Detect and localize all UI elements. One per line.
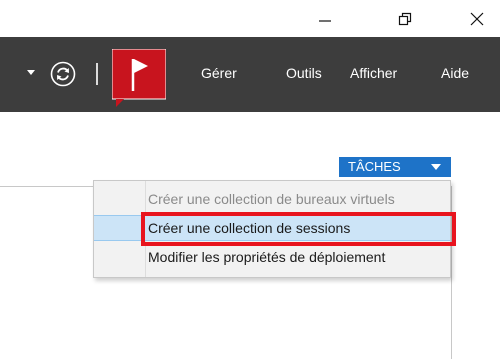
title-bar [0,0,500,37]
menu-item-create-session-collection[interactable]: Créer une collection de sessions [94,215,450,241]
close-icon [470,12,484,26]
menu-view[interactable]: Afficher [350,64,397,82]
minimize-button[interactable] [310,6,340,32]
minimize-icon [319,20,331,22]
menu-help[interactable]: Aide [441,64,469,82]
content-area: TÂCHES Créer une collection de bureaux v… [0,112,500,359]
menu-tools[interactable]: Outils [286,64,322,82]
tasks-label: TÂCHES [348,159,401,174]
panel-right-border [451,186,452,359]
dropdown-arrow-icon[interactable] [27,70,35,76]
menu-item-edit-deployment-properties[interactable]: Modifier les propriétés de déploiement [94,244,450,270]
toolbar-separator [96,63,98,85]
restore-button[interactable] [390,6,420,32]
menu-item-create-virtual-desktop-collection[interactable]: Créer une collection de bureaux virtuels [94,186,450,212]
chevron-down-icon [431,164,441,170]
refresh-icon[interactable] [50,61,76,87]
server-manager-toolbar: Gérer Outils Afficher Aide [0,37,500,112]
restore-icon [398,12,412,26]
notifications-flag-icon[interactable] [112,49,166,109]
close-button[interactable] [462,6,492,32]
tasks-button[interactable]: TÂCHES [339,157,451,177]
menu-manage[interactable]: Gérer [201,64,237,82]
tasks-dropdown-menu: Créer une collection de bureaux virtuels… [93,180,451,278]
